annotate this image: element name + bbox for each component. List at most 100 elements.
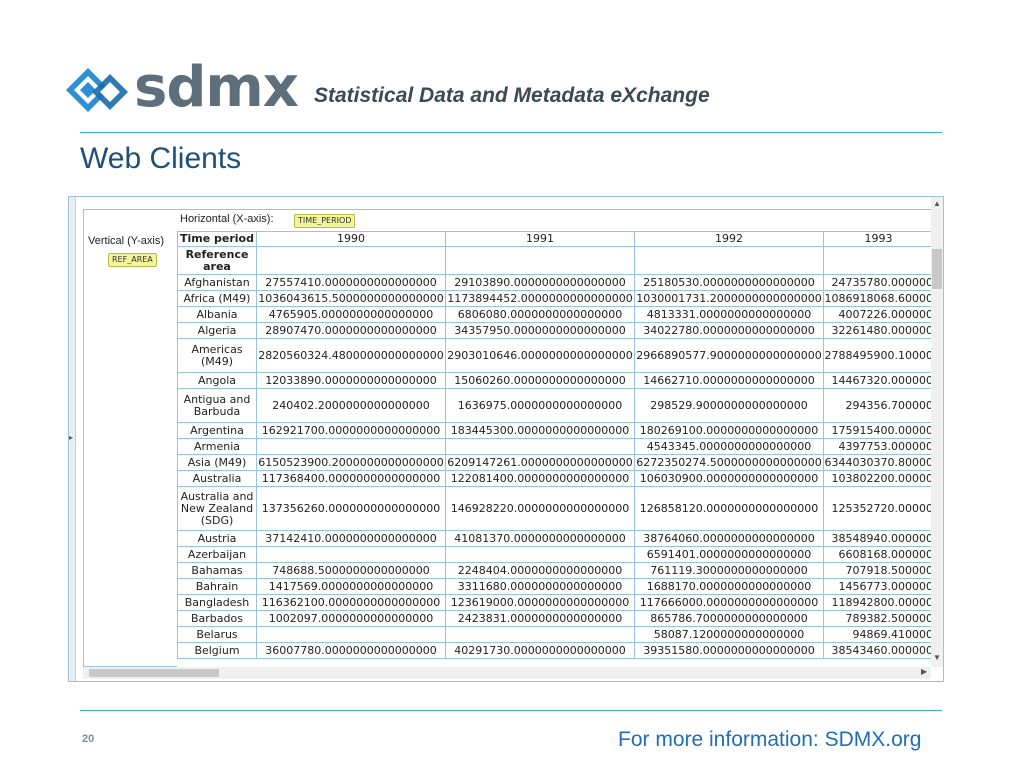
value-cell: 4813331.0000000000000000 [634, 306, 824, 323]
value-cell: 6806080.0000000000000000 [445, 306, 635, 323]
horizontal-scroll-thumb[interactable] [89, 669, 219, 677]
scroll-up-icon[interactable]: ▲ [933, 199, 941, 208]
reference-area-cell: Asia (M49) [177, 454, 257, 471]
value-cell: 126858120.0000000000000000 [634, 486, 824, 531]
value-cell: 6272350274.5000000000000000 [634, 454, 824, 471]
year-header[interactable]: 1993 [823, 231, 934, 247]
page-number: 20 [82, 733, 95, 745]
value-cell: 34022780.0000000000000000 [634, 322, 824, 339]
table-row: Algeria 28907470.0000000000000000 34357950… [177, 322, 934, 339]
reference-area-cell: Bangladesh [177, 594, 257, 611]
table-row: Australia 117368400.0000000000000000 12208… [177, 470, 934, 487]
horizontal-axis-label: Horizontal (X-axis): [180, 213, 274, 225]
time-period-dimension-chip[interactable]: TIME_PERIOD [294, 214, 356, 228]
value-cell: 707918.500000 [823, 562, 934, 579]
value-cell: 2966890577.9000000000000000 [634, 338, 824, 373]
pivot-table-screenshot: ▸ Horizontal (X-axis): TIME_PERIOD Verti… [68, 196, 944, 682]
table-row: Armenia 4543345.0000000000000000 4397753.0… [177, 438, 934, 455]
reference-area-cell: Belgium [177, 642, 257, 659]
expand-arrow-icon[interactable]: ▸ [69, 433, 73, 442]
value-cell [256, 438, 446, 455]
value-cell: 41081370.0000000000000000 [445, 530, 635, 547]
value-cell: 58087.1200000000000000 [634, 626, 824, 643]
value-cell: 180269100.0000000000000000 [634, 422, 824, 439]
value-cell: 4543345.0000000000000000 [634, 438, 824, 455]
reference-area-cell: Bahamas [177, 562, 257, 579]
value-cell: 117368400.0000000000000000 [256, 470, 446, 487]
table-row: Americas (M49) 2820560324.480000000000000… [177, 338, 934, 373]
value-cell: 4007226.000000 [823, 306, 934, 323]
more-info-link[interactable]: For more information: SDMX.org [618, 728, 921, 752]
value-cell [256, 626, 446, 643]
reference-area-cell: Australia and New Zealand (SDG) [177, 486, 257, 531]
reference-area-header: Reference area [177, 246, 257, 275]
value-cell: 125352720.00000 [823, 486, 934, 531]
value-cell: 2788495900.10000 [823, 338, 934, 373]
empty-header-cell [823, 246, 934, 275]
year-header[interactable]: 1991 [445, 231, 635, 247]
left-panel-splitter[interactable]: ▸ [69, 197, 76, 681]
table-row: Bahrain 1417569.0000000000000000 3311680.0… [177, 578, 934, 595]
reference-area-cell: Belarus [177, 626, 257, 643]
reference-area-cell: Algeria [177, 322, 257, 339]
table-row: Afghanistan 27557410.0000000000000000 2910… [177, 274, 934, 291]
data-grid: Time period 1990 1991 1992 1993 Referenc… [177, 231, 934, 659]
value-cell: 94869.410000 [823, 626, 934, 643]
reference-area-cell: Albania [177, 306, 257, 323]
table-row: Bahamas 748688.5000000000000000 2248404.00… [177, 562, 934, 579]
table-row: Azerbaijan 6591401.0000000000000000 660816… [177, 546, 934, 563]
value-cell: 1002097.0000000000000000 [256, 610, 446, 627]
value-cell: 6591401.0000000000000000 [634, 546, 824, 563]
value-cell: 118942800.00000 [823, 594, 934, 611]
tagline: Statistical Data and Metadata eXchange [314, 84, 710, 107]
empty-header-cell [634, 246, 824, 275]
page-title: Web Clients [80, 142, 242, 175]
value-cell: 117666000.0000000000000000 [634, 594, 824, 611]
value-cell: 39351580.0000000000000000 [634, 642, 824, 659]
value-cell: 24735780.000000 [823, 274, 934, 291]
value-cell: 122081400.0000000000000000 [445, 470, 635, 487]
year-header[interactable]: 1992 [634, 231, 824, 247]
reference-area-cell: Austria [177, 530, 257, 547]
value-cell: 25180530.0000000000000000 [634, 274, 824, 291]
empty-header-cell [445, 246, 635, 275]
value-cell: 3311680.0000000000000000 [445, 578, 635, 595]
value-cell: 36007780.0000000000000000 [256, 642, 446, 659]
vertical-scroll-thumb[interactable] [932, 249, 942, 289]
table-row: Austria 37142410.0000000000000000 41081370… [177, 530, 934, 547]
year-header[interactable]: 1990 [256, 231, 446, 247]
value-cell: 4765905.0000000000000000 [256, 306, 446, 323]
table-row: Australia and New Zealand (SDG) 137356260… [177, 486, 934, 531]
value-cell: 14467320.000000 [823, 372, 934, 389]
value-cell: 6344030370.80000 [823, 454, 934, 471]
value-cell: 1688170.0000000000000000 [634, 578, 824, 595]
value-cell: 1456773.000000 [823, 578, 934, 595]
scroll-right-icon[interactable]: ▶ [921, 667, 927, 676]
empty-header-cell [256, 246, 446, 275]
scroll-down-icon[interactable]: ▼ [933, 653, 941, 662]
value-cell: 789382.500000 [823, 610, 934, 627]
value-cell: 298529.9000000000000000 [634, 388, 824, 423]
table-row: Albania 4765905.0000000000000000 6806080.0… [177, 306, 934, 323]
value-cell: 6608168.000000 [823, 546, 934, 563]
value-cell: 1030001731.2000000000000000 [634, 290, 824, 307]
value-cell: 14662710.0000000000000000 [634, 372, 824, 389]
value-cell: 748688.5000000000000000 [256, 562, 446, 579]
vertical-scrollbar[interactable]: ▲ ▼ [931, 197, 943, 667]
vertical-axis-zone [83, 209, 177, 667]
footer-divider [80, 710, 942, 711]
value-cell: 865786.7000000000000000 [634, 610, 824, 627]
reference-area-cell: Armenia [177, 438, 257, 455]
value-cell: 37142410.0000000000000000 [256, 530, 446, 547]
value-cell: 1417569.0000000000000000 [256, 578, 446, 595]
time-period-header: Time period [177, 231, 257, 247]
value-cell: 2820560324.4800000000000000 [256, 338, 446, 373]
horizontal-scrollbar[interactable]: ▶ [83, 667, 931, 679]
value-cell: 162921700.0000000000000000 [256, 422, 446, 439]
value-cell: 1036043615.5000000000000000 [256, 290, 446, 307]
value-cell: 6209147261.0000000000000000 [445, 454, 635, 471]
header-divider [80, 132, 942, 133]
value-cell [445, 546, 635, 563]
ref-area-dimension-chip[interactable]: REF_AREA [108, 253, 157, 267]
reference-area-cell: Angola [177, 372, 257, 389]
